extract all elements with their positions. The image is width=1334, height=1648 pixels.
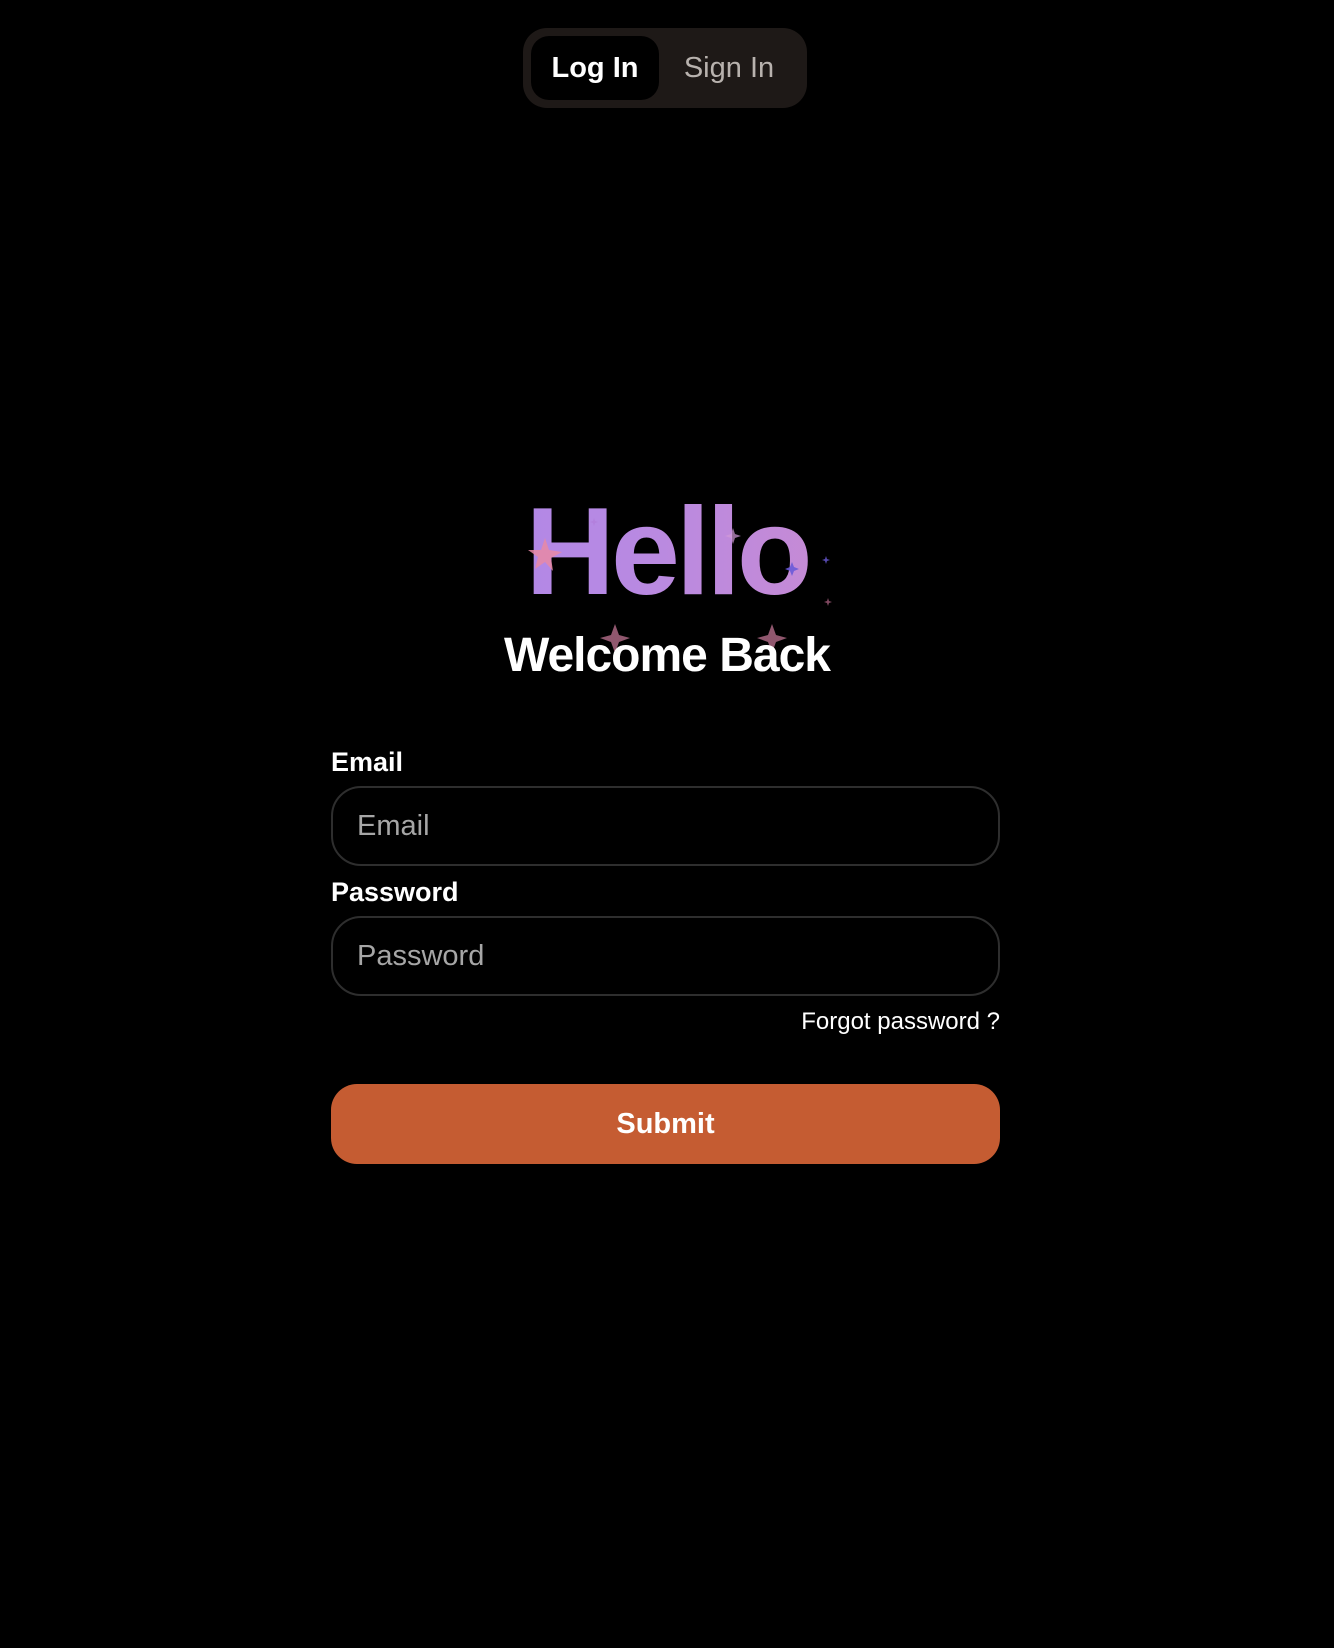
tab-sign-in[interactable]: Sign In: [659, 36, 799, 100]
welcome-subtitle: Welcome Back: [504, 629, 831, 682]
password-label: Password: [331, 877, 459, 907]
forgot-password-link[interactable]: Forgot password ?: [331, 1006, 1000, 1038]
auth-tab-switch: Log In Sign In: [523, 28, 807, 108]
login-form: Email Password Forgot password ?: [331, 744, 1000, 1038]
login-page: Log In Sign In Hello Welcome Back Email …: [0, 0, 1334, 1648]
tab-log-in[interactable]: Log In: [531, 36, 659, 100]
hello-title: Hello: [0, 490, 1334, 614]
email-field[interactable]: [331, 786, 1000, 866]
password-field[interactable]: [331, 916, 1000, 996]
email-label: Email: [331, 747, 404, 777]
submit-button[interactable]: Submit: [331, 1084, 1000, 1164]
